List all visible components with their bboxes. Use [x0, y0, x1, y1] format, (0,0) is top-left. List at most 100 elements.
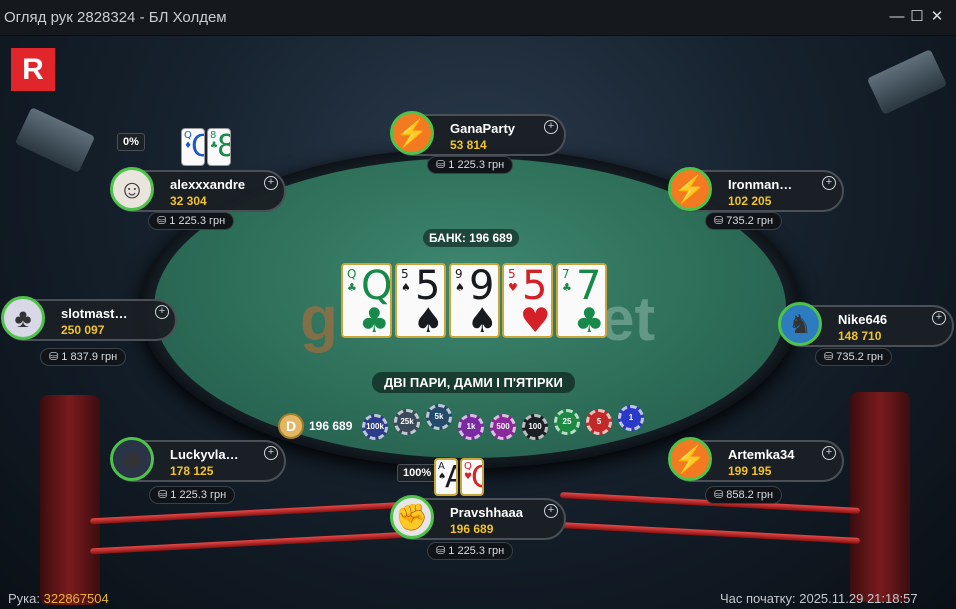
card-rank: 5 — [508, 267, 516, 281]
ring-rope — [90, 531, 410, 555]
bolt-icon: ⚡ — [395, 118, 429, 148]
dragon-avatar: ♞ — [788, 309, 812, 339]
card-rank: Q — [191, 129, 204, 164]
poker-chip: 100 — [522, 414, 548, 440]
player-bet: ⛁ 1 225.3 грн — [149, 486, 236, 504]
start-time: Час початку: 2025.11.29 21:18:57 — [720, 591, 918, 606]
add-note-icon[interactable]: + — [544, 504, 558, 518]
player-name: Nike646 — [838, 312, 888, 327]
poker-chip: 25k — [394, 409, 420, 435]
bolt-icon: ⚡ — [668, 167, 712, 211]
poker-chip: 1k — [458, 414, 484, 440]
start-time-label: Час початку: — [720, 591, 796, 606]
card-rank: A — [445, 460, 456, 494]
add-note-icon[interactable]: + — [264, 446, 278, 460]
card-suit: ♠ — [401, 281, 411, 294]
add-note-icon[interactable]: + — [155, 305, 169, 319]
card-suit: ♠ — [467, 301, 498, 338]
player-name: Artemka34 — [728, 447, 795, 462]
table-brand-logo: g — [300, 285, 340, 354]
fist-avatar: ✊ — [395, 502, 429, 532]
card-rank: A — [438, 461, 445, 472]
add-note-icon[interactable]: + — [544, 120, 558, 134]
bolt-icon: ⚡ — [673, 444, 707, 474]
board-card: Q ♣ Q ♣ — [341, 263, 392, 338]
card-rank: 8 — [217, 129, 230, 164]
avatar: ♣ — [1, 296, 45, 340]
poker-chip: 5k — [426, 404, 452, 430]
player-stack: 199 195 — [728, 464, 772, 478]
hole-card: A♠A — [434, 458, 458, 496]
player-stack: 196 689 — [450, 522, 494, 536]
card-suit: ♠ — [413, 301, 444, 338]
person-avatar: ☺ — [118, 174, 146, 204]
hole-card: 8♣8 — [207, 128, 231, 166]
player-name: GanaParty — [450, 121, 516, 136]
add-note-icon[interactable]: + — [822, 446, 836, 460]
maximize-icon[interactable]: ☐ — [908, 8, 926, 26]
card-rank: Q — [471, 460, 482, 494]
card-rank: Q — [347, 267, 357, 281]
player-name: slotmast… — [61, 306, 128, 321]
hand-id-value: 322867504 — [43, 591, 109, 606]
player-name: Ironman… — [728, 177, 793, 192]
hole-card: Q♦Q — [181, 128, 205, 166]
hand-id: Рука: 322867504 — [8, 591, 109, 606]
add-note-icon[interactable]: + — [264, 176, 278, 190]
bolt-icon: ⚡ — [668, 437, 712, 481]
card-rank: 5 — [401, 267, 409, 281]
player-bet: ⛁ 735.2 грн — [705, 212, 783, 230]
ring-rope — [560, 522, 860, 544]
card-suit: ♣ — [359, 301, 390, 338]
card-rank: 8 — [210, 130, 217, 141]
card-suit: ♣ — [574, 301, 605, 338]
chip-avatar: ♣ — [14, 303, 32, 333]
card-suit: ♠ — [455, 281, 465, 294]
dealer-button: D — [278, 413, 304, 439]
card-rank: 9 — [455, 267, 463, 281]
avatar: ♞ — [778, 302, 822, 346]
card-suit: ♣ — [347, 281, 357, 294]
ring-post — [850, 392, 910, 602]
card-suit: ♣ — [562, 281, 572, 294]
bolt-icon: ⚡ — [673, 174, 707, 204]
close-icon[interactable]: ✕ — [928, 8, 946, 26]
beard-avatar: ☻ — [118, 444, 146, 474]
poker-chip: 5 — [586, 409, 612, 435]
board-card: 5 ♥ 5 ♥ — [502, 263, 553, 338]
player-bet: ⛁ 1 225.3 грн — [427, 156, 514, 174]
player-name: Pravshhaaa — [450, 505, 523, 520]
spotlight — [866, 49, 948, 115]
window-title: Огляд рук 2828324 - БЛ Холдем — [4, 9, 227, 26]
player-bet: ⛁ 1 225.3 грн — [427, 542, 514, 560]
player-stack: 178 125 — [170, 464, 214, 478]
equity-badge: 100% — [397, 464, 438, 482]
poker-chip: 500 — [490, 414, 516, 440]
player-bet: ⛁ 858.2 грн — [705, 486, 783, 504]
minimize-icon[interactable]: — — [888, 8, 906, 26]
spotlight — [14, 107, 96, 173]
board-card: 9 ♠ 9 ♠ — [449, 263, 500, 338]
card-suit: ♥ — [508, 281, 518, 294]
player-name: alexxxandre — [170, 177, 246, 192]
player-stack: 102 205 — [728, 194, 772, 208]
ring-post — [40, 395, 100, 605]
app-logo: R — [11, 48, 55, 91]
add-note-icon[interactable]: + — [822, 176, 836, 190]
bolt-icon: ⚡ — [390, 111, 434, 155]
poker-chip: 25 — [554, 409, 580, 435]
add-note-icon[interactable]: + — [932, 311, 946, 325]
pot-label: БАНК: 196 689 — [423, 229, 519, 247]
player-stack: 250 097 — [61, 323, 105, 337]
hand-id-label: Рука: — [8, 591, 40, 606]
avatar: ✊ — [390, 495, 434, 539]
hand-replay-window: Огляд рук 2828324 - БЛ Холдем — ☐ ✕ R g … — [0, 0, 956, 609]
player-bet: ⛁ 1 837.9 грн — [40, 348, 127, 366]
player-bet: ⛁ 735.2 грн — [815, 348, 893, 366]
pot-amount: 196 689 — [309, 419, 353, 433]
winning-hand-label: ДВІ ПАРИ, ДАМИ І П'ЯТІРКИ — [372, 372, 575, 393]
board-card: 7 ♣ 7 ♣ — [556, 263, 607, 338]
board-card: 5 ♠ 5 ♠ — [395, 263, 446, 338]
table-brand-logo: et — [600, 285, 656, 354]
player-stack: 148 710 — [838, 329, 882, 343]
